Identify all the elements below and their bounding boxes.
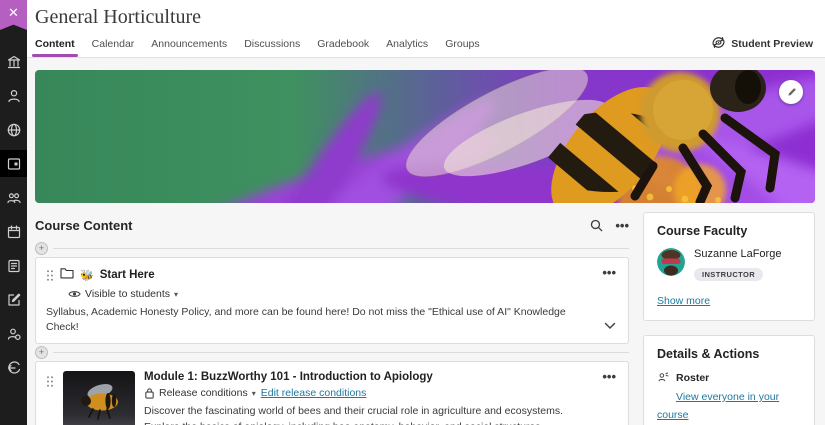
add-content-divider: + bbox=[35, 240, 629, 257]
activity-stream-icon[interactable] bbox=[0, 116, 27, 143]
instructor-role-badge: INSTRUCTOR bbox=[694, 268, 763, 281]
calendar-icon[interactable] bbox=[0, 218, 27, 245]
course-tabbar: Content Calendar Announcements Discussio… bbox=[27, 31, 825, 58]
add-content-divider: + bbox=[35, 344, 629, 361]
page-title: General Horticulture bbox=[35, 6, 815, 29]
course-banner-image bbox=[35, 70, 815, 203]
sign-out-icon[interactable] bbox=[0, 354, 27, 381]
profile-icon[interactable] bbox=[0, 82, 27, 109]
edit-banner-button[interactable] bbox=[779, 80, 803, 104]
details-actions-heading: Details & Actions bbox=[657, 347, 801, 361]
details-actions-panel: Details & Actions Roster View everyone i… bbox=[643, 335, 815, 425]
content-item-module-1: ••• bbox=[35, 361, 629, 425]
close-glyph: ✕ bbox=[8, 5, 19, 21]
grades-icon[interactable] bbox=[0, 286, 27, 313]
drag-handle-icon[interactable] bbox=[46, 375, 54, 425]
bee-banner-art bbox=[35, 70, 815, 203]
add-content-icon[interactable]: + bbox=[35, 346, 48, 359]
release-conditions-dropdown[interactable]: Release conditions ▾ bbox=[144, 387, 256, 399]
drag-handle-icon[interactable] bbox=[46, 269, 54, 282]
detail-item-roster: Roster View everyone in your course bbox=[657, 371, 801, 423]
tab-analytics[interactable]: Analytics bbox=[386, 33, 428, 57]
visibility-dropdown[interactable]: Visible to students ▾ bbox=[68, 288, 178, 300]
roster-icon bbox=[657, 371, 670, 384]
instructor-avatar bbox=[657, 248, 685, 276]
student-preview-label: Student Preview bbox=[731, 38, 813, 50]
tools-icon[interactable] bbox=[0, 320, 27, 347]
tab-gradebook[interactable]: Gradebook bbox=[317, 33, 369, 57]
module-thumbnail-image bbox=[63, 371, 135, 425]
organizations-icon[interactable] bbox=[0, 184, 27, 211]
tab-discussions[interactable]: Discussions bbox=[244, 33, 300, 57]
item-description: Syllabus, Academic Honesty Policy, and m… bbox=[46, 305, 598, 335]
roster-label: Roster bbox=[676, 372, 709, 384]
tab-calendar[interactable]: Calendar bbox=[92, 33, 135, 57]
student-preview-button[interactable]: Student Preview bbox=[711, 36, 813, 57]
expand-chevron-icon[interactable] bbox=[604, 317, 616, 335]
edit-release-conditions-link[interactable]: Edit release conditions bbox=[261, 387, 367, 399]
eye-icon bbox=[68, 289, 81, 299]
caret-down-icon: ▾ bbox=[174, 290, 178, 299]
content-item-start-here: ••• 🐝 Start Here bbox=[35, 257, 629, 344]
course-faculty-panel: Course Faculty S bbox=[643, 212, 815, 321]
tab-groups[interactable]: Groups bbox=[445, 33, 479, 57]
content-region: Course Content ••• + bbox=[27, 58, 825, 425]
course-content-heading: Course Content bbox=[35, 218, 133, 233]
app-window: ✕ bbox=[0, 0, 825, 425]
item-description: Discover the fascinating world of bees a… bbox=[144, 404, 598, 425]
show-more-link[interactable]: Show more bbox=[657, 295, 710, 307]
main-area: General Horticulture Content Calendar An… bbox=[27, 0, 825, 425]
search-icon[interactable] bbox=[590, 219, 603, 232]
instructor-name: Suzanne LaForge bbox=[694, 248, 781, 260]
tab-list: Content Calendar Announcements Discussio… bbox=[35, 33, 480, 57]
item-more-icon[interactable]: ••• bbox=[602, 370, 616, 383]
course-content-header: Course Content ••• bbox=[35, 212, 629, 238]
course-faculty-heading: Course Faculty bbox=[657, 224, 801, 238]
course-content-column: Course Content ••• + bbox=[35, 212, 629, 425]
item-title-link[interactable]: Start Here bbox=[100, 269, 155, 281]
student-preview-icon bbox=[711, 36, 726, 52]
course-sidebar: Course Faculty S bbox=[643, 212, 815, 425]
release-conditions-label: Release conditions bbox=[159, 387, 248, 399]
nav-icon-list bbox=[0, 48, 27, 388]
page-header: General Horticulture bbox=[27, 0, 825, 31]
caret-down-icon: ▾ bbox=[252, 389, 256, 398]
item-more-icon[interactable]: ••• bbox=[602, 266, 616, 279]
course-content-more-icon[interactable]: ••• bbox=[615, 219, 629, 232]
visibility-label: Visible to students bbox=[85, 288, 170, 300]
item-title-link[interactable]: Module 1: BuzzWorthy 101 - Introduction … bbox=[144, 371, 598, 383]
pencil-icon bbox=[786, 87, 797, 98]
roster-link[interactable]: View everyone in your course bbox=[657, 391, 779, 421]
folder-icon bbox=[60, 266, 74, 284]
add-content-icon[interactable]: + bbox=[35, 242, 48, 255]
institution-icon[interactable] bbox=[0, 48, 27, 75]
bee-emoji: 🐝 bbox=[80, 269, 94, 282]
courses-icon[interactable] bbox=[0, 150, 27, 177]
close-icon[interactable]: ✕ bbox=[0, 0, 27, 30]
messages-icon[interactable] bbox=[0, 252, 27, 279]
tab-announcements[interactable]: Announcements bbox=[151, 33, 227, 57]
tab-content[interactable]: Content bbox=[35, 33, 75, 57]
lock-icon bbox=[144, 387, 155, 399]
base-navigation: ✕ bbox=[0, 0, 27, 425]
